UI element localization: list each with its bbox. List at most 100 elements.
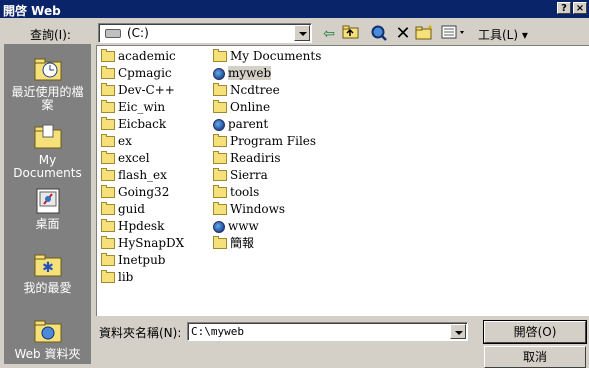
folder-icon <box>101 219 115 232</box>
file-name: My Documents <box>230 49 322 63</box>
folder-icon <box>101 151 115 164</box>
web-link-item[interactable]: www <box>213 218 259 235</box>
desktop-icon <box>32 186 64 214</box>
folder-icon <box>213 100 227 113</box>
place-desktop[interactable]: 桌面 <box>4 186 91 231</box>
web-link-item[interactable]: parent <box>213 116 268 133</box>
help-button[interactable]: ? <box>557 2 571 14</box>
cancel-button[interactable]: 取消 <box>484 346 586 368</box>
place-my-documents[interactable]: My Documents <box>4 122 91 180</box>
file-name: flash_ex <box>118 168 167 182</box>
folder-icon <box>101 253 115 266</box>
file-list[interactable]: academic Cpmagic Dev-C++ Eic_win Eicback ex ex… <box>96 45 589 316</box>
file-name: Online <box>230 100 271 114</box>
web-link-item[interactable]: myweb <box>213 65 272 82</box>
folder-item[interactable]: ex <box>101 133 132 150</box>
folder-item[interactable]: Hpdesk <box>101 218 164 235</box>
folder-icon <box>213 168 227 181</box>
file-name: myweb <box>228 66 272 80</box>
file-name: Program Files <box>230 134 317 148</box>
folder-item[interactable]: Windows <box>213 201 285 218</box>
folder-item[interactable]: Ncdtree <box>213 82 280 99</box>
file-name: Inetpub <box>118 253 166 267</box>
svg-text:✱: ✱ <box>42 260 54 276</box>
folder-item[interactable]: Eicback <box>101 116 166 133</box>
tools-menu[interactable]: 工具(L) ▾ <box>478 26 528 43</box>
web-folders-icon <box>32 316 64 344</box>
folder-icon <box>101 117 115 130</box>
folder-item[interactable]: tools <box>213 184 259 201</box>
folder-icon <box>101 83 115 96</box>
chevron-down-icon[interactable] <box>294 25 310 41</box>
file-name: Sierra <box>230 168 268 182</box>
folder-icon <box>101 49 115 62</box>
file-name: Windows <box>230 202 286 216</box>
folder-item[interactable]: guid <box>101 201 145 218</box>
file-name: ex <box>118 134 132 148</box>
my-documents-icon <box>32 122 64 150</box>
file-name: www <box>228 219 259 233</box>
look-in-dropdown[interactable]: (C:) <box>98 23 312 43</box>
folder-icon <box>213 49 227 62</box>
folder-icon <box>101 236 115 249</box>
folder-item[interactable]: academic <box>101 48 176 65</box>
place-web-folders[interactable]: Web 資料夾 <box>4 316 91 361</box>
folder-icon <box>213 83 227 96</box>
file-name: Going32 <box>118 185 170 199</box>
web-folder-icon <box>213 118 225 131</box>
file-name: Readiris <box>230 151 281 165</box>
folder-item[interactable]: Sierra <box>213 167 268 184</box>
folder-icon <box>213 185 227 198</box>
folder-icon <box>213 134 227 147</box>
folder-icon <box>213 236 227 249</box>
close-button[interactable]: × <box>573 2 587 14</box>
open-button[interactable]: 開啓(O) <box>483 320 587 344</box>
title-bar: 開啓 Web ? × <box>0 0 589 18</box>
file-name: Ncdtree <box>230 83 280 97</box>
folder-item[interactable]: HySnapDX <box>101 235 184 252</box>
file-name: Dev-C++ <box>118 83 175 97</box>
folder-icon <box>101 134 115 147</box>
places-bar: 最近使用的檔案 My Documents 桌面 ✱ 我的最愛 Web 資料夾 <box>4 44 91 364</box>
file-name: excel <box>118 151 150 165</box>
back-icon[interactable]: ⇦ <box>318 24 340 44</box>
delete-icon[interactable]: ✕ <box>392 24 414 44</box>
folder-item[interactable]: My Documents <box>213 48 321 65</box>
chevron-down-icon[interactable] <box>450 324 466 339</box>
web-folder-icon <box>213 67 225 80</box>
place-recent[interactable]: 最近使用的檔案 <box>4 54 91 112</box>
folder-item[interactable]: Inetpub <box>101 252 165 269</box>
up-folder-icon[interactable] <box>340 24 362 44</box>
file-name: Hpdesk <box>118 219 165 233</box>
search-web-icon[interactable] <box>368 24 390 44</box>
place-favorites[interactable]: ✱ 我的最愛 <box>4 250 91 295</box>
folder-name-value: C:\myweb <box>191 325 244 338</box>
folder-item[interactable]: flash_ex <box>101 167 167 184</box>
drive-icon <box>105 29 121 38</box>
recent-folder-icon <box>32 54 64 82</box>
folder-item[interactable]: Cpmagic <box>101 65 172 82</box>
views-icon[interactable] <box>440 24 468 44</box>
new-folder-icon[interactable] <box>414 24 436 44</box>
folder-item[interactable]: Eic_win <box>101 99 165 116</box>
folder-item[interactable]: lib <box>101 269 133 286</box>
folder-name-label: 資料夾名稱(N): <box>99 326 182 340</box>
folder-icon <box>101 185 115 198</box>
window-title: 開啓 Web <box>3 4 61 18</box>
file-name: lib <box>118 270 134 284</box>
folder-item[interactable]: Readiris <box>213 150 281 167</box>
folder-icon <box>101 66 115 79</box>
file-name: Cpmagic <box>118 66 172 80</box>
folder-name-input[interactable]: C:\myweb <box>187 322 468 341</box>
folder-item[interactable]: Dev-C++ <box>101 82 175 99</box>
folder-icon <box>101 100 115 113</box>
folder-item[interactable]: Online <box>213 99 270 116</box>
folder-item[interactable]: excel <box>101 150 150 167</box>
look-in-label: 查詢(I): <box>30 28 71 42</box>
file-name: Eic_win <box>118 100 166 114</box>
folder-item[interactable]: 簡報 <box>213 235 254 252</box>
folder-item[interactable]: Going32 <box>101 184 169 201</box>
look-in-value: (C:) <box>127 26 149 40</box>
folder-item[interactable]: Program Files <box>213 133 316 150</box>
file-name: tools <box>230 185 260 199</box>
